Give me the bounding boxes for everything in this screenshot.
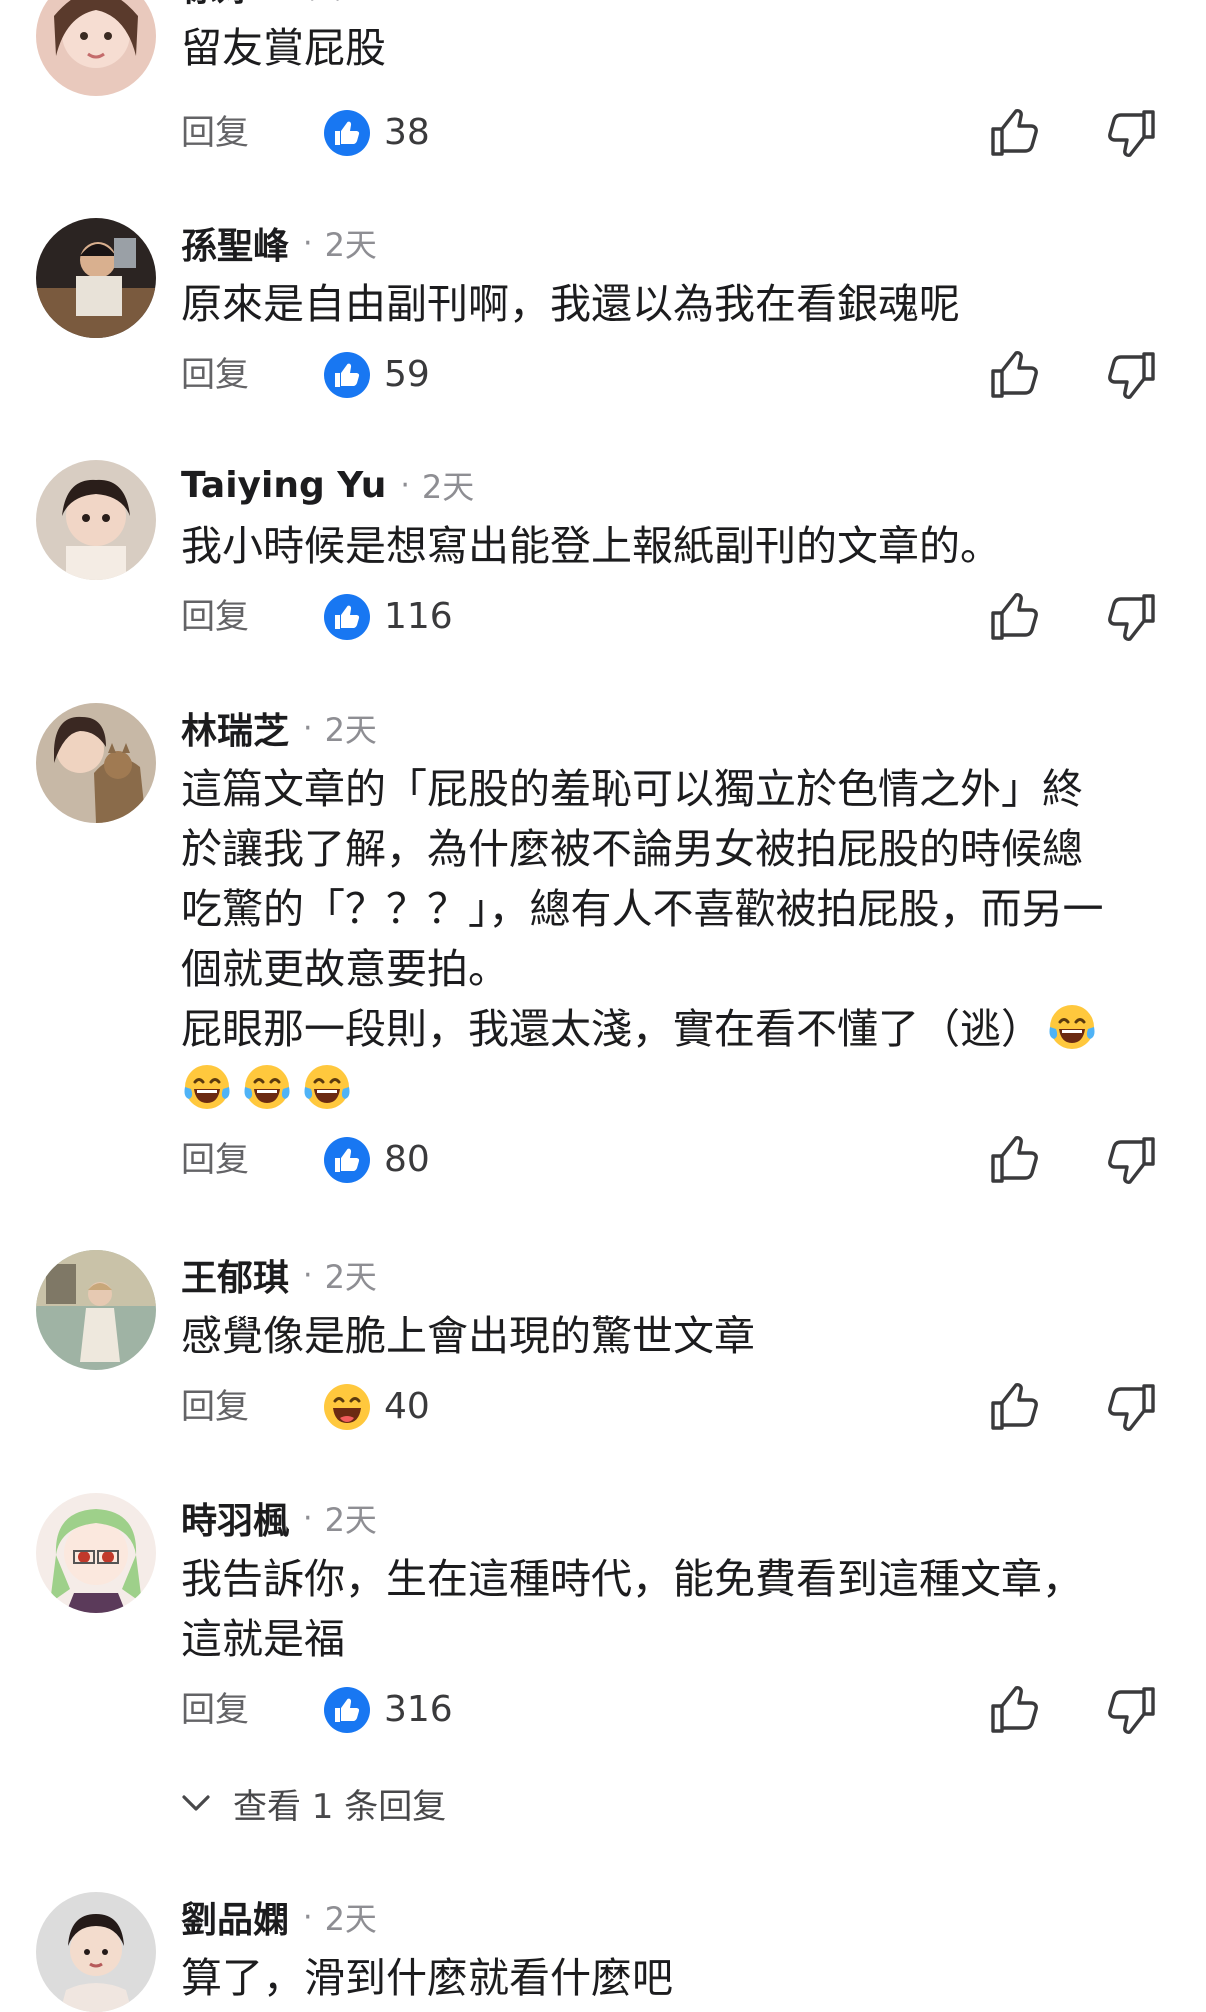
comment-line: 算了，滑到什麼就看什麼吧 [181, 1954, 673, 2002]
commenter-name[interactable]: 林瑞芝 [181, 702, 289, 754]
comment-header: 徐婷 · 2天 [181, 0, 341, 11]
reply-button[interactable]: 回复 [181, 1377, 249, 1437]
comment-line: 這就是福 [181, 1615, 345, 1663]
commenter-name[interactable]: 徐婷 [181, 0, 253, 11]
laughing-tears-emoji-icon [241, 1061, 293, 1113]
laughing-tears-emoji-icon [1046, 1001, 1098, 1053]
comment-header: 王郁琪 · 2天 [181, 1249, 377, 1301]
reply-button[interactable]: 回复 [181, 1130, 249, 1190]
comment-header: 劉品嫻 · 2天 [181, 1891, 377, 1943]
reaction-count: 40 [384, 1386, 430, 1427]
comment-line-with-emoji: 屁眼那一段則，我還太淺，實在看不懂了（逃） [181, 999, 1171, 1059]
emoji-line [177, 1059, 1171, 1119]
thumbs-down-outline-icon[interactable] [1106, 591, 1158, 643]
thumbs-down-outline-icon[interactable] [1106, 107, 1158, 159]
commenter-name[interactable]: Taiying Yu [181, 465, 386, 506]
separator-dot: · [303, 1500, 313, 1536]
comment-line: 吃驚的「？？？」，總有人不喜歡被拍屁股，而另一 [181, 885, 1104, 933]
blue-thumbs-up-icon[interactable] [323, 351, 371, 399]
comment-line: 原來是自由副刊啊，我還以為我在看銀魂呢 [181, 280, 960, 328]
commenter-name[interactable]: 時羽楓 [181, 1492, 289, 1544]
thumbs-up-outline-icon[interactable] [988, 1684, 1040, 1736]
comment-header: Taiying Yu · 2天 [181, 462, 474, 508]
comment-line: 於讓我了解，為什麼被不論男女被拍屁股的時候總 [181, 825, 1083, 873]
comment-actions: 回复 59 [0, 345, 1206, 405]
commenter-name[interactable]: 孫聖峰 [181, 217, 289, 269]
thumbs-down-outline-icon[interactable] [1106, 1684, 1158, 1736]
separator-dot: · [303, 710, 313, 746]
reply-button[interactable]: 回复 [181, 103, 249, 163]
view-replies-label: 查看 1 条回复 [233, 1786, 447, 1827]
separator-dot: · [303, 225, 313, 261]
comment-time: 2天 [421, 468, 475, 506]
blue-thumbs-up-icon[interactable] [323, 593, 371, 641]
comment-time: 2天 [324, 226, 377, 264]
comment-line: 感覺像是脆上會出現的驚世文章 [181, 1312, 755, 1360]
comment-text: 感覺像是脆上會出現的驚世文章 [181, 1306, 1171, 1366]
comment-time: 2天 [289, 0, 341, 8]
separator-dot: · [400, 467, 410, 503]
reply-button[interactable]: 回复 [181, 1680, 249, 1740]
separator-dot: · [303, 1257, 313, 1293]
avatar[interactable] [36, 1493, 156, 1613]
comment-actions: 回复 38 [0, 103, 1206, 163]
blue-thumbs-up-icon[interactable] [323, 109, 371, 157]
thumbs-down-outline-icon[interactable] [1106, 1381, 1158, 1433]
comment-text: 這篇文章的「屁股的羞恥可以獨立於色情之外」終 於讓我了解，為什麼被不論男女被拍屁… [181, 759, 1171, 1119]
thumbs-up-outline-icon[interactable] [988, 1134, 1040, 1186]
comment-header: 時羽楓 · 2天 [181, 1492, 377, 1544]
blue-thumbs-up-icon[interactable] [323, 1686, 371, 1734]
thumbs-up-outline-icon[interactable] [988, 1381, 1040, 1433]
laughing-tears-emoji-icon [181, 1061, 233, 1113]
comment-text: 我小時候是想寫出能登上報紙副刊的文章的。 [181, 516, 1171, 576]
reaction-count: 316 [384, 1689, 453, 1730]
thumbs-up-outline-icon[interactable] [988, 591, 1040, 643]
comment-text: 算了，滑到什麼就看什麼吧 [181, 1948, 1171, 2008]
comment-line: 個就更故意要拍。 [181, 945, 509, 993]
comment-actions: 回复 80 [0, 1130, 1206, 1190]
commenter-name[interactable]: 劉品嫻 [181, 1891, 289, 1943]
comment-text: 原來是自由副刊啊，我還以為我在看銀魂呢 [181, 274, 1171, 334]
comment-text: 我告訴你，生在這種時代，能免費看到這種文章， 這就是福 [181, 1549, 1171, 1669]
reaction-count: 116 [384, 596, 453, 637]
separator-dot: · [303, 1899, 313, 1935]
comment-time: 2天 [324, 1258, 377, 1296]
comment-time: 2天 [324, 1501, 377, 1539]
blue-thumbs-up-icon[interactable] [323, 1136, 371, 1184]
reaction-count: 59 [384, 354, 430, 395]
avatar[interactable] [36, 703, 156, 823]
commenter-name[interactable]: 王郁琪 [181, 1249, 289, 1301]
avatar[interactable] [36, 1250, 156, 1370]
avatar[interactable] [36, 1892, 156, 2012]
laughing-tears-emoji-icon [301, 1061, 353, 1113]
view-replies-button[interactable]: 查看 1 条回复 [181, 1775, 446, 1831]
avatar[interactable] [36, 218, 156, 338]
thumbs-up-outline-icon[interactable] [988, 107, 1040, 159]
avatar[interactable] [36, 0, 156, 96]
separator-dot: · [267, 0, 277, 3]
comment-line: 這篇文章的「屁股的羞恥可以獨立於色情之外」終 [181, 765, 1083, 813]
comment-actions: 回复 40 [0, 1377, 1206, 1437]
comment-time: 2天 [324, 1900, 377, 1938]
comment-line: 留友賞屁股 [181, 24, 386, 72]
avatar[interactable] [36, 460, 156, 580]
thumbs-down-outline-icon[interactable] [1106, 1134, 1158, 1186]
thumbs-up-outline-icon[interactable] [988, 349, 1040, 401]
comment-actions: 回复 116 [0, 587, 1206, 647]
reaction-count: 80 [384, 1139, 430, 1180]
comment-line-text: 屁眼那一段則，我還太淺，實在看不懂了（逃） [181, 1005, 1042, 1053]
comment-header: 林瑞芝 · 2天 [181, 702, 377, 754]
comment-line: 我小時候是想寫出能登上報紙副刊的文章的。 [181, 522, 1001, 570]
comment-text: 留友賞屁股 [181, 18, 1171, 78]
chevron-down-icon [182, 1795, 210, 1811]
comment-actions: 回复 316 [0, 1680, 1206, 1740]
reaction-count: 38 [384, 112, 430, 153]
comment-time: 2天 [324, 711, 377, 749]
comment-header: 孫聖峰 · 2天 [181, 217, 377, 269]
reply-button[interactable]: 回复 [181, 587, 249, 647]
comment-line: 我告訴你，生在這種時代，能免費看到這種文章， [181, 1555, 1083, 1603]
grinning-face-icon[interactable] [323, 1383, 371, 1431]
reply-button[interactable]: 回复 [181, 345, 249, 405]
thumbs-down-outline-icon[interactable] [1106, 349, 1158, 401]
